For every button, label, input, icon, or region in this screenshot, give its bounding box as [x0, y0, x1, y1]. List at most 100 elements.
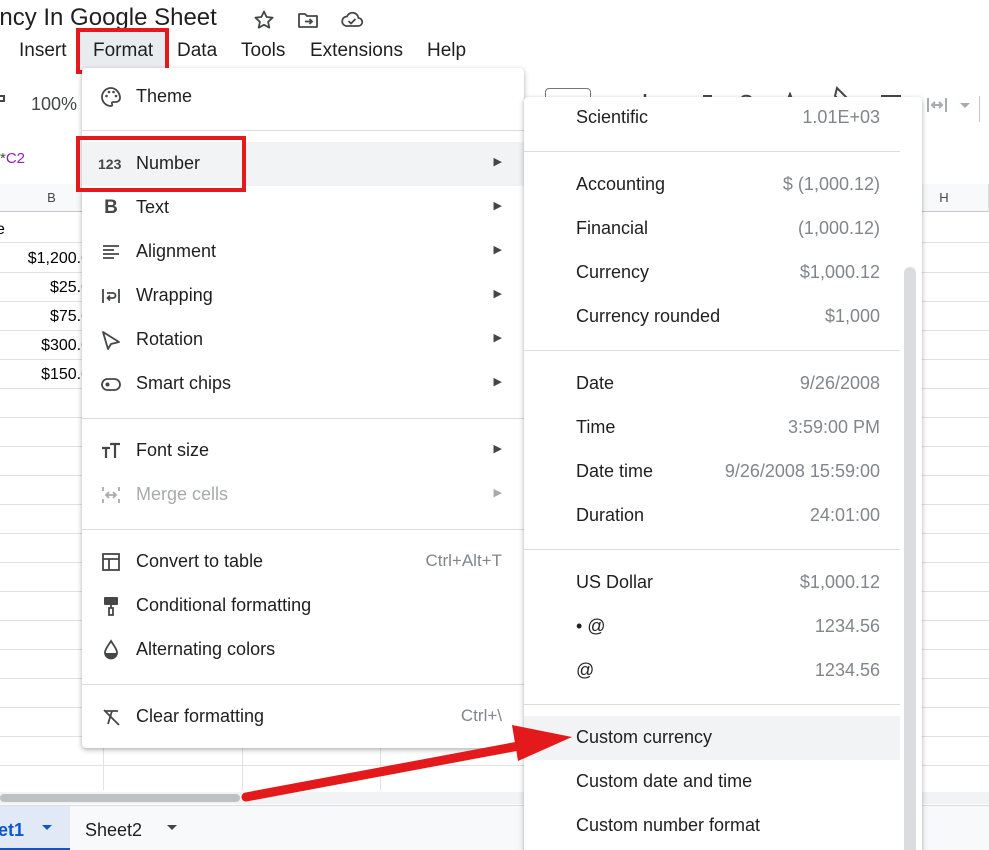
number-format-example: 24:01:00: [809, 505, 880, 525]
droplet-icon: [100, 639, 122, 661]
cloud-saved-icon[interactable]: [339, 8, 364, 32]
submenu-separator: [524, 350, 900, 351]
number-format-date[interactable]: Date 9/26/2008: [524, 362, 900, 406]
number-format-scientific[interactable]: Scientific 1.01E+03: [524, 96, 900, 140]
horizontal-scrollbar-thumb[interactable]: [0, 794, 240, 802]
number-format-example: 1234.56: [814, 660, 880, 680]
format-menu-smart-chips-label: Smart chips: [136, 373, 232, 393]
toolbar-separator: [979, 96, 980, 122]
menu-separator: [82, 130, 524, 131]
menu-help[interactable]: Help: [427, 40, 466, 62]
merge-icon: [100, 484, 122, 506]
align-icon: [100, 241, 122, 263]
clear-format-icon: [100, 706, 122, 728]
sheet-tab-sheet2[interactable]: Sheet2: [70, 806, 190, 850]
number-format-label: Custom date and time: [576, 771, 753, 791]
chevron-down-icon[interactable]: [165, 820, 179, 839]
shortcut-label: Ctrl+Alt+T: [425, 551, 502, 570]
format-menu-rotation-label: Rotation: [136, 329, 204, 349]
bold-icon: B: [104, 197, 118, 218]
zoom-select[interactable]: 100%: [31, 94, 77, 115]
menu-separator: [82, 684, 524, 685]
number-format-label: @: [576, 660, 595, 680]
format-menu-merge-cells: Merge cells ▶: [82, 473, 524, 517]
number-format-text[interactable]: @ 1234.56: [524, 649, 900, 693]
format-menu-font-size-label: Font size: [136, 440, 210, 460]
menu-insert[interactable]: Insert: [19, 40, 67, 62]
number-format-label: Accounting: [576, 174, 666, 194]
number-format-bullet-text[interactable]: • @ 1234.56: [524, 605, 900, 649]
number-format-accounting[interactable]: Accounting $ (1,000.12): [524, 163, 900, 207]
move-folder-icon[interactable]: [296, 8, 320, 32]
number-format-label: Financial: [576, 218, 649, 238]
merge-toolbar-icon[interactable]: [926, 94, 970, 121]
format-menu-convert-to-table-label: Convert to table: [136, 551, 264, 571]
number-highlight-box: [76, 136, 246, 192]
format-menu-text-label: Text: [136, 197, 170, 217]
number-format-us-dollar[interactable]: US Dollar $1,000.12: [524, 561, 900, 605]
number-format-label: Currency rounded: [576, 306, 721, 326]
number-format-duration[interactable]: Duration 24:01:00: [524, 494, 900, 538]
format-menu-clear-formatting[interactable]: Clear formatting Ctrl+\: [82, 695, 524, 739]
format-menu-alignment[interactable]: Alignment ▶: [82, 230, 524, 274]
format-menu-conditional-formatting-label: Conditional formatting: [136, 595, 312, 615]
format-menu-conditional-formatting[interactable]: Conditional formatting: [82, 584, 524, 628]
format-menu-alternating-colors[interactable]: Alternating colors: [82, 628, 524, 672]
submenu-arrow-icon: ▶: [493, 200, 502, 212]
paint-format-icon[interactable]: [0, 92, 8, 119]
submenu-separator: [524, 151, 900, 152]
wrap-icon: [100, 285, 122, 307]
format-menu-font-size[interactable]: Font size ▶: [82, 429, 524, 473]
sheet-tab-sheet2-label: Sheet2: [85, 820, 143, 840]
submenu-arrow-icon: ▶: [493, 376, 502, 388]
number-format-label: Currency: [576, 262, 650, 282]
submenu-arrow-icon: ▶: [493, 244, 502, 256]
cell-b2[interactable]: $1,200.0: [28, 250, 90, 268]
menu-data[interactable]: Data: [177, 40, 217, 62]
number-format-label: Duration: [576, 505, 645, 525]
palette-icon: [100, 86, 122, 108]
number-format-custom-number[interactable]: Custom number format: [524, 804, 900, 848]
submenu-arrow-icon: ▶: [493, 487, 502, 499]
number-format-example: $1,000: [824, 306, 880, 326]
format-menu-convert-to-table[interactable]: Convert to table Ctrl+Alt+T: [82, 540, 524, 584]
number-format-example: (1,000.12): [797, 218, 880, 238]
number-format-currency-rounded[interactable]: Currency rounded $1,000: [524, 295, 900, 339]
format-menu-wrapping[interactable]: Wrapping ▶: [82, 274, 524, 318]
number-format-example: 3:59:00 PM: [787, 417, 880, 437]
format-menu-alignment-label: Alignment: [136, 241, 217, 261]
chevron-down-icon[interactable]: [40, 820, 54, 839]
number-format-label: • @: [576, 616, 606, 636]
format-menu-clear-formatting-label: Clear formatting: [136, 706, 265, 726]
number-format-label: Time: [576, 417, 616, 437]
number-format-custom-currency[interactable]: Custom currency: [524, 716, 900, 760]
submenu-separator: [524, 549, 900, 550]
format-menu-rotation[interactable]: Rotation ▶: [82, 318, 524, 362]
number-format-example: 1234.56: [814, 616, 880, 636]
number-format-date-time[interactable]: Date time 9/26/2008 15:59:00: [524, 450, 900, 494]
submenu-scrollbar[interactable]: [904, 267, 916, 850]
cell-b1[interactable]: e: [0, 221, 5, 239]
table-icon: [100, 551, 122, 573]
number-format-financial[interactable]: Financial (1,000.12): [524, 207, 900, 251]
number-format-label: US Dollar: [576, 572, 654, 592]
number-format-label: Custom currency: [576, 727, 713, 747]
number-format-custom-date-time[interactable]: Custom date and time: [524, 760, 900, 804]
number-format-label: Date time: [576, 461, 654, 481]
format-menu-smart-chips[interactable]: Smart chips ▶: [82, 362, 524, 406]
sheet-tab-active[interactable]: et1: [0, 806, 70, 850]
formula-bar[interactable]: *C2: [0, 150, 25, 167]
submenu-arrow-icon: ▶: [493, 332, 502, 344]
number-format-example: 9/26/2008: [799, 373, 880, 393]
number-format-currency[interactable]: Currency $1,000.12: [524, 251, 900, 295]
menu-separator: [82, 529, 524, 530]
format-menu-theme[interactable]: Theme: [82, 75, 524, 119]
submenu-arrow-icon: ▶: [493, 156, 502, 168]
format-menu-alternating-colors-label: Alternating colors: [136, 639, 276, 659]
formula-cell-ref: C2: [5, 150, 26, 167]
menu-extensions[interactable]: Extensions: [310, 40, 403, 62]
menu-tools[interactable]: Tools: [241, 40, 285, 62]
star-icon[interactable]: [252, 8, 276, 32]
format-menu-text[interactable]: B Text ▶: [82, 186, 524, 230]
number-format-time[interactable]: Time 3:59:00 PM: [524, 406, 900, 450]
